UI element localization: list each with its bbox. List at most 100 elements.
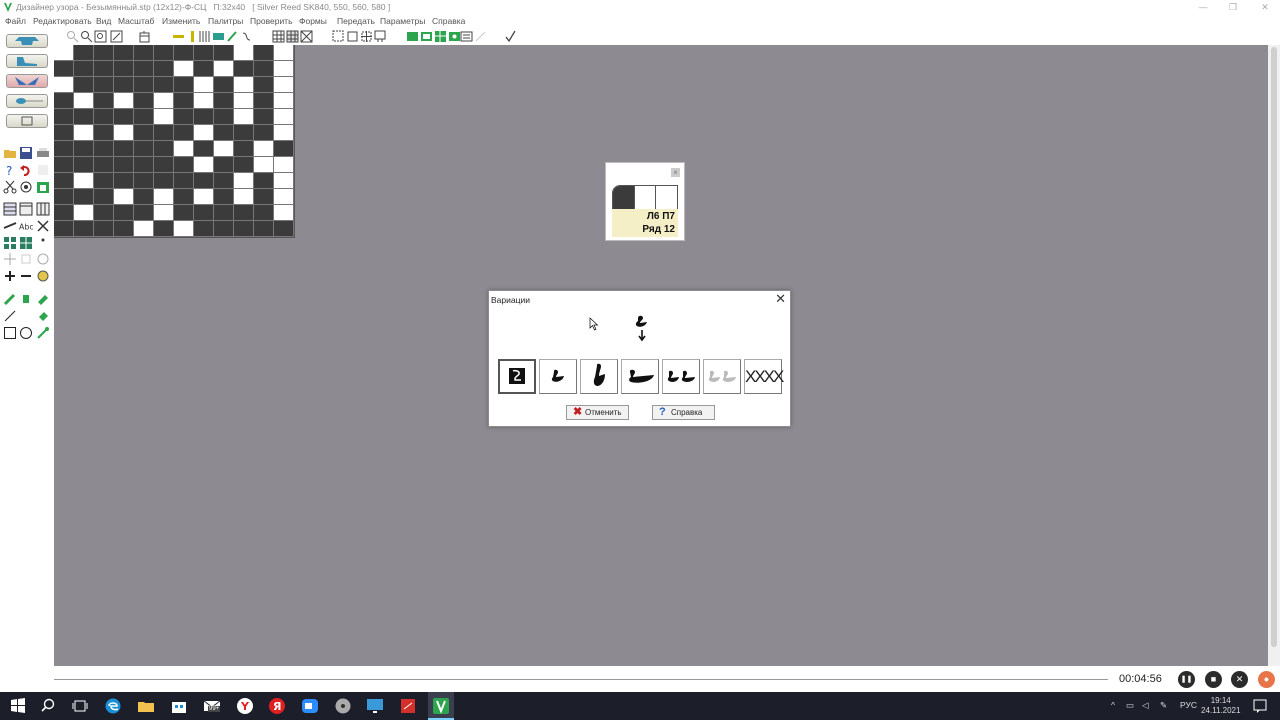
stitch-cell[interactable] [234, 45, 254, 61]
stitch-cell[interactable] [234, 109, 254, 125]
stitch-cell[interactable] [54, 45, 74, 61]
stitch-cell[interactable] [274, 141, 294, 157]
stitch-cell[interactable] [54, 93, 74, 109]
stitch-cell[interactable] [194, 61, 214, 77]
menu-transfer[interactable]: Передать [337, 15, 375, 28]
stitch-cell[interactable] [74, 157, 94, 173]
variation-1-icon[interactable] [406, 30, 419, 43]
select-icon[interactable] [332, 30, 345, 43]
stitch-cell[interactable] [254, 189, 274, 205]
menu-modify[interactable]: Изменить [162, 15, 200, 28]
stitch-cell[interactable] [254, 109, 274, 125]
close-panel-button[interactable]: × [671, 168, 680, 177]
zoom-in-icon[interactable] [80, 30, 93, 43]
stitch-cell[interactable] [114, 157, 134, 173]
redo-icon[interactable] [36, 163, 50, 177]
stitch-cell[interactable] [174, 221, 194, 237]
stitch-cell[interactable] [134, 189, 154, 205]
stitch-cell[interactable] [214, 93, 234, 109]
stitch-cell[interactable] [274, 173, 294, 189]
garment-leg-button[interactable] [6, 54, 48, 68]
maximize-button[interactable]: ❐ [1218, 0, 1248, 15]
garment-top-button[interactable] [6, 34, 48, 48]
rotate-icon[interactable] [36, 252, 50, 266]
menu-shapes[interactable]: Формы [299, 15, 327, 28]
stitch-cell[interactable] [254, 221, 274, 237]
stitch-cell[interactable] [114, 109, 134, 125]
stitch-cell[interactable] [174, 141, 194, 157]
stitch-cell[interactable] [234, 141, 254, 157]
help-button[interactable]: ? Справка [652, 405, 715, 420]
stitch-cell[interactable] [114, 205, 134, 221]
volume-icon[interactable]: ◁ [1142, 700, 1149, 711]
crop-icon[interactable] [374, 30, 387, 43]
stitch-cell[interactable] [114, 141, 134, 157]
stitch-cell[interactable] [254, 77, 274, 93]
stitch-cell[interactable] [254, 45, 274, 61]
stitch-cell[interactable] [274, 109, 294, 125]
grid-icon[interactable] [272, 30, 285, 43]
stitch-cell[interactable] [154, 141, 174, 157]
stitch-cell[interactable] [174, 189, 194, 205]
stitch-cell[interactable] [174, 109, 194, 125]
stitch-cell[interactable] [114, 93, 134, 109]
close-window-button[interactable]: ✕ [1250, 0, 1280, 15]
garment-wings-button[interactable] [6, 74, 48, 88]
paint-bucket-icon[interactable] [19, 292, 33, 306]
stitch-cell[interactable] [194, 173, 214, 189]
film-reel-icon[interactable] [334, 697, 352, 715]
stitch-cell[interactable] [214, 77, 234, 93]
variation-3-icon[interactable] [434, 30, 447, 43]
stitch-cell[interactable] [194, 141, 214, 157]
stitch-cell[interactable] [174, 93, 194, 109]
stitch-cell[interactable] [74, 61, 94, 77]
variation-5-icon[interactable] [460, 30, 473, 43]
variation-option-double[interactable] [662, 359, 700, 394]
stop-button[interactable]: ■ [1205, 671, 1222, 688]
rectangle-select-icon[interactable] [346, 30, 359, 43]
remove-row-icon[interactable] [19, 269, 33, 283]
stitch-cell[interactable] [234, 157, 254, 173]
stitch-cell[interactable] [54, 221, 74, 237]
stitch-cell[interactable] [194, 109, 214, 125]
eyedropper-icon[interactable] [36, 326, 50, 340]
stitch-cell[interactable] [134, 205, 154, 221]
stitch-cell[interactable] [154, 221, 174, 237]
stitch-cell[interactable] [274, 93, 294, 109]
menu-edit[interactable]: Редактировать [33, 15, 92, 28]
stitch-cell[interactable] [214, 141, 234, 157]
store-icon[interactable] [170, 697, 188, 715]
open-file-icon[interactable] [3, 146, 17, 160]
stitch-cell[interactable] [134, 125, 154, 141]
stitch-cell[interactable] [74, 205, 94, 221]
stitch-cell[interactable] [174, 173, 194, 189]
dialog-close-button[interactable]: ✕ [775, 292, 786, 306]
stitch-cell[interactable] [134, 61, 154, 77]
stitch-cell[interactable] [134, 93, 154, 109]
fill-tool-icon[interactable] [36, 309, 50, 323]
grid-options-icon[interactable] [286, 30, 299, 43]
stitch-cell[interactable] [154, 205, 174, 221]
stitch-cell[interactable] [134, 173, 154, 189]
network-icon[interactable]: ▭ [1126, 700, 1134, 711]
stitch-cell[interactable] [54, 141, 74, 157]
stitch-cell[interactable] [154, 157, 174, 173]
stitch-cell[interactable] [194, 125, 214, 141]
add-row-icon[interactable] [3, 269, 17, 283]
stitch-cell[interactable] [274, 221, 294, 237]
pen-workspace-icon[interactable]: ✎ [1160, 700, 1167, 711]
menu-help[interactable]: Справка [432, 15, 465, 28]
save-icon[interactable] [19, 146, 33, 160]
variation-option-faded[interactable] [703, 359, 741, 394]
stitch-cell[interactable] [194, 221, 214, 237]
variation-option-reverse[interactable] [498, 359, 536, 394]
eraser-icon[interactable] [36, 292, 50, 306]
text-tool-icon[interactable]: Abc [19, 219, 33, 233]
stitch-cell[interactable] [54, 125, 74, 141]
scrollbar-thumb[interactable] [1271, 47, 1277, 647]
pdf-reader-icon[interactable] [399, 697, 417, 715]
columns-view-icon[interactable] [36, 202, 50, 216]
stitch-cell[interactable] [154, 93, 174, 109]
stitch-cell[interactable] [254, 173, 274, 189]
yarn-ball-icon[interactable] [36, 269, 50, 283]
